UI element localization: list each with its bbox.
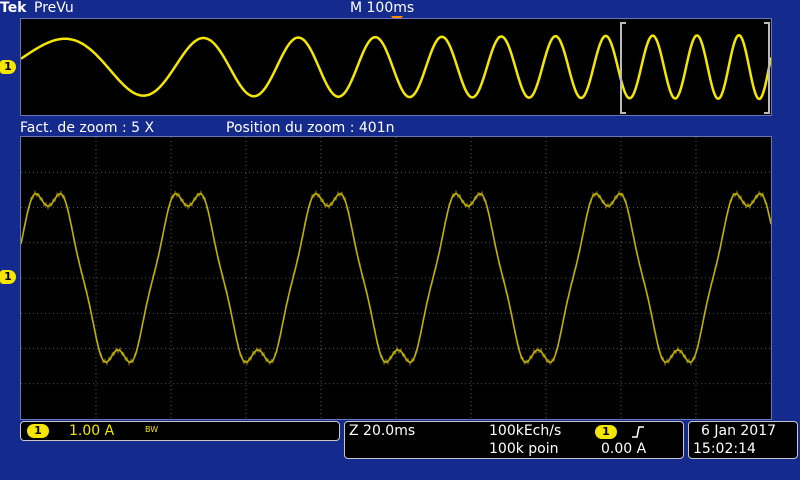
overview-waveform-display	[20, 18, 772, 116]
trigger-level: 0.00 A	[601, 441, 647, 457]
date-label: 6 Jan 2017	[701, 423, 777, 439]
acquisition-readout[interactable]: Z 20.0ms 100kEch/s 100k poin 1 0.00 A	[344, 421, 684, 459]
trigger-source-badge: 1	[595, 425, 617, 439]
time-label: 15:02:14	[693, 441, 756, 457]
rising-edge-icon	[632, 426, 644, 438]
channel-1-readout[interactable]: 1 1.00 A BW	[20, 421, 340, 441]
graticule-grid	[21, 137, 771, 419]
overview-waveform-trace	[21, 33, 771, 101]
zoom-factor-label: Fact. de zoom : 5 X	[20, 120, 155, 136]
zoom-timebase: Z 20.0ms	[349, 423, 416, 439]
zoom-window-left-bracket[interactable]	[620, 22, 626, 114]
zoomed-waveform-display	[20, 136, 772, 420]
bandwidth-limit-icon: BW	[145, 425, 159, 434]
record-length: 100k poin	[489, 441, 559, 457]
channel-1-ground-marker-icon[interactable]: 1	[0, 270, 16, 284]
channel-1-scale: 1.00 A	[69, 423, 115, 439]
app-title: PreVu	[34, 0, 74, 16]
zoom-position-label: Position du zoom : 401n	[226, 120, 395, 136]
channel-1-overview-marker-icon[interactable]: 1	[0, 60, 16, 74]
channel-1-badge: 1	[27, 424, 49, 438]
zoom-window-right-bracket[interactable]	[764, 22, 770, 114]
brand-logo: Tek	[0, 0, 27, 16]
date-time-readout: 6 Jan 2017 15:02:14	[688, 421, 798, 459]
sample-rate: 100kEch/s	[489, 423, 562, 439]
main-timebase-readout: M 100ms	[350, 0, 415, 16]
